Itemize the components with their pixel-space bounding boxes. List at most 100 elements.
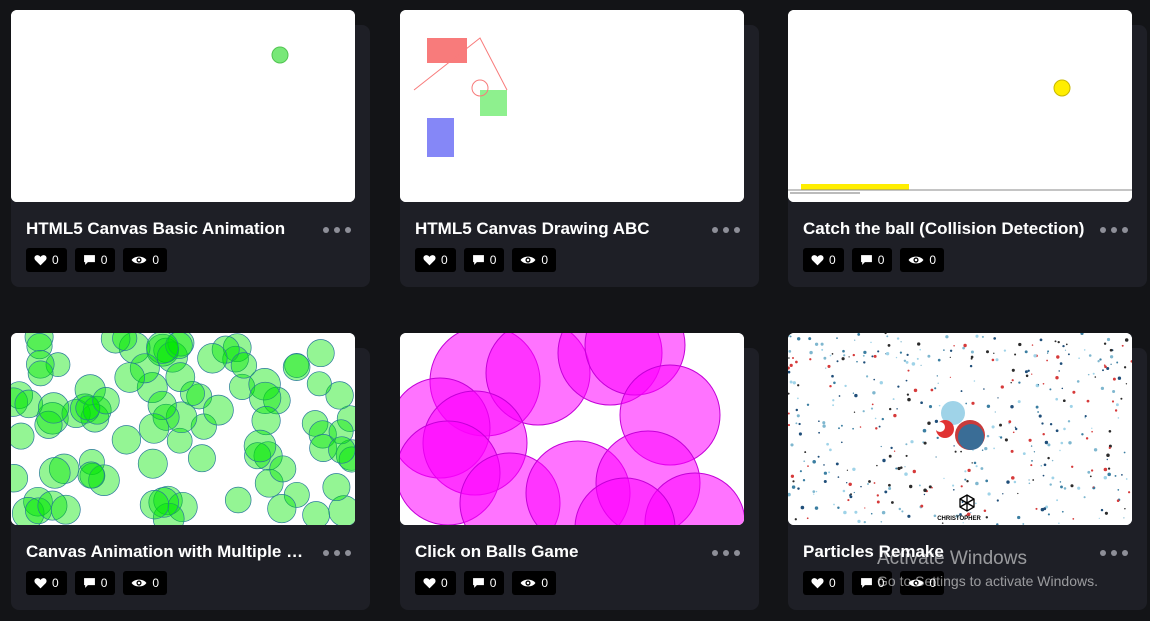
particle-dot	[847, 499, 850, 502]
particle-dot	[922, 428, 927, 433]
pen-preview[interactable]	[400, 333, 744, 525]
particle-dot	[889, 407, 892, 411]
comment-button[interactable]: 0	[851, 248, 893, 272]
pen-title[interactable]: HTML5 Canvas Drawing ABC	[415, 219, 705, 239]
view-button[interactable]: 0	[900, 571, 945, 595]
particle-dot	[1042, 474, 1045, 477]
particle-dot	[1124, 338, 1129, 342]
comment-icon	[83, 255, 95, 265]
particle-dot	[1108, 446, 1111, 450]
pen-title[interactable]: Click on Balls Game	[415, 542, 705, 562]
comment-button[interactable]: 0	[74, 248, 116, 272]
comment-count: 0	[489, 253, 497, 267]
view-button[interactable]: 0	[900, 248, 945, 272]
particle-dot	[849, 495, 853, 499]
particle-dot	[1063, 487, 1067, 490]
particle-dot	[896, 408, 898, 410]
particle-dot	[1068, 441, 1072, 445]
particle-dot	[1123, 517, 1125, 519]
particle-dot	[848, 482, 852, 487]
pen-title[interactable]: Catch the ball (Collision Detection)	[803, 219, 1093, 239]
particle-dot	[1088, 354, 1092, 357]
pen-preview[interactable]	[11, 333, 355, 525]
comment-button[interactable]: 0	[463, 248, 505, 272]
particle-dot	[813, 493, 815, 495]
pen-preview[interactable]	[788, 10, 1132, 202]
like-button[interactable]: 0	[803, 248, 844, 272]
particle-dot	[1032, 479, 1035, 481]
view-button[interactable]: 0	[512, 571, 557, 595]
particle-dot	[848, 356, 850, 358]
pen-stats: 0 0 0	[26, 248, 168, 272]
like-button[interactable]: 0	[26, 248, 67, 272]
comment-button[interactable]: 0	[851, 571, 893, 595]
particle-dot	[790, 443, 794, 447]
particle-dot	[949, 356, 951, 359]
particle-dot	[896, 337, 900, 340]
particle-dot	[949, 376, 952, 378]
particle-dot	[864, 507, 866, 509]
pen-title[interactable]: Particles Remake	[803, 542, 1093, 562]
particle-dot	[1062, 399, 1066, 403]
particle-dot	[789, 363, 793, 367]
view-button[interactable]: 0	[512, 248, 557, 272]
more-dots-icon[interactable]	[323, 543, 351, 563]
more-dots-icon[interactable]	[1100, 543, 1128, 563]
particle-dot	[1090, 469, 1094, 472]
particle-dot	[1044, 440, 1049, 445]
particle-dot	[795, 360, 798, 364]
particle-dot	[1022, 523, 1025, 525]
particle-dot	[1091, 427, 1093, 429]
view-button[interactable]: 0	[123, 248, 168, 272]
view-button[interactable]: 0	[123, 571, 168, 595]
more-dots-icon[interactable]	[712, 220, 740, 240]
pen-preview[interactable]	[400, 10, 744, 202]
more-dots-icon[interactable]	[323, 220, 351, 240]
particle-dot	[898, 507, 902, 511]
pen-stats: 0 0 0	[26, 571, 168, 595]
particle-dot	[1017, 400, 1021, 404]
particle-dot	[857, 333, 861, 336]
pen-title[interactable]: Canvas Animation with Multiple Objects	[26, 542, 316, 562]
particle-dot	[998, 436, 1000, 438]
particle-dot	[822, 424, 826, 428]
particle-dot	[1047, 443, 1051, 447]
particle-dot	[916, 357, 919, 360]
particle-dot	[862, 354, 865, 357]
particle-dot	[1106, 458, 1108, 461]
like-button[interactable]: 0	[415, 571, 456, 595]
comment-button[interactable]: 0	[74, 571, 116, 595]
comment-button[interactable]: 0	[463, 571, 505, 595]
pen-preview[interactable]	[11, 10, 355, 202]
pen-title[interactable]: HTML5 Canvas Basic Animation	[26, 219, 316, 239]
particle-dot	[804, 451, 807, 454]
particle-dot	[1000, 385, 1004, 389]
like-button[interactable]: 0	[26, 571, 67, 595]
particle-dot	[1107, 472, 1111, 477]
pen-preview[interactable]: CHRISTOPHER	[788, 333, 1132, 525]
more-dots-icon[interactable]	[712, 543, 740, 563]
green-ball	[302, 501, 330, 525]
particle-dot	[1012, 431, 1015, 434]
particle-dot	[897, 385, 900, 388]
particle-dot	[808, 337, 812, 341]
particle-dot	[953, 445, 955, 447]
particle-dot	[918, 484, 921, 487]
particle-dot	[836, 360, 839, 363]
particle-dot	[788, 350, 792, 353]
particle-dot	[812, 490, 816, 493]
more-dots-icon[interactable]	[1100, 220, 1128, 240]
like-button[interactable]: 0	[803, 571, 844, 595]
particle-dot	[860, 485, 862, 488]
blue-rectangle	[427, 118, 454, 157]
particle-dot	[993, 447, 995, 450]
particle-dot	[1028, 438, 1032, 442]
particle-dot	[1114, 409, 1118, 412]
particle-dot	[1011, 379, 1014, 382]
particle-dot	[972, 449, 974, 452]
green-ball	[92, 387, 120, 415]
particle-dot	[1098, 517, 1100, 520]
comment-icon	[472, 255, 484, 265]
like-button[interactable]: 0	[415, 248, 456, 272]
particle-dot	[1030, 464, 1033, 467]
